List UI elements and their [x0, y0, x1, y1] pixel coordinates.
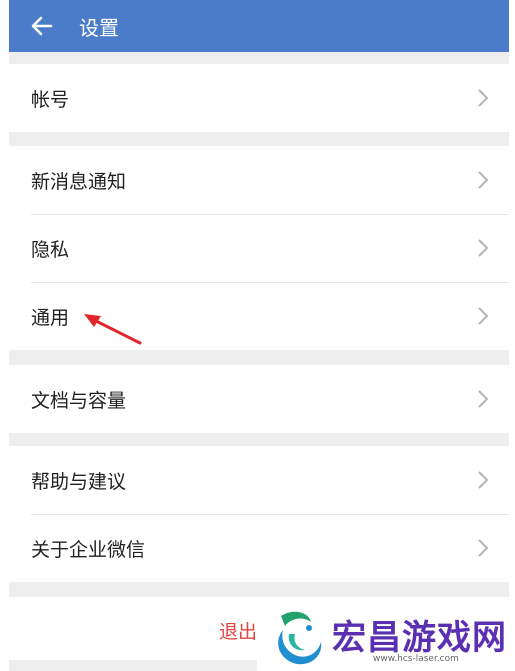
settings-group-account: 帐号 [9, 64, 509, 132]
settings-item-label: 通用 [31, 306, 70, 329]
chevron-right-icon [478, 390, 489, 408]
settings-item-account[interactable]: 帐号 [9, 64, 509, 132]
settings-item-about[interactable]: 关于企业微信 [9, 514, 509, 582]
settings-item-label: 帐号 [31, 88, 70, 111]
settings-screen: 设置 帐号 新消息通知 隐私 通用 文档与容量 帮助与建议 关于企业微信 退出 [9, 0, 509, 671]
settings-group-help: 帮助与建议 关于企业微信 [9, 446, 509, 582]
settings-item-label: 隐私 [31, 238, 70, 261]
settings-item-help-feedback[interactable]: 帮助与建议 [9, 446, 509, 514]
watermark-url: www.hcs-laser.com [373, 654, 459, 664]
settings-item-docs-storage[interactable]: 文档与容量 [9, 365, 509, 433]
watermark-title: 宏昌游戏网 [332, 618, 507, 658]
settings-item-general[interactable]: 通用 [9, 282, 509, 350]
watermark: 宏昌游戏网 www.hcs-laser.com [257, 604, 515, 671]
chevron-right-icon [478, 471, 489, 489]
top-bar: 设置 [9, 0, 509, 52]
settings-item-label: 新消息通知 [31, 170, 127, 193]
chevron-right-icon [478, 89, 489, 107]
settings-group-general: 新消息通知 隐私 通用 [9, 146, 509, 350]
settings-item-privacy[interactable]: 隐私 [9, 214, 509, 282]
settings-item-label: 关于企业微信 [31, 538, 146, 561]
chevron-right-icon [478, 171, 489, 189]
logout-label: 退出 [219, 621, 258, 643]
settings-item-label: 文档与容量 [31, 389, 127, 412]
settings-group-docs: 文档与容量 [9, 365, 509, 433]
page-title: 设置 [79, 15, 119, 40]
settings-item-label: 帮助与建议 [31, 470, 127, 493]
chevron-right-icon [478, 539, 489, 557]
settings-item-notifications[interactable]: 新消息通知 [9, 146, 509, 214]
arrow-left-icon[interactable] [30, 14, 54, 38]
chevron-right-icon [478, 239, 489, 257]
watermark-logo [278, 611, 322, 665]
chevron-right-icon [478, 307, 489, 325]
